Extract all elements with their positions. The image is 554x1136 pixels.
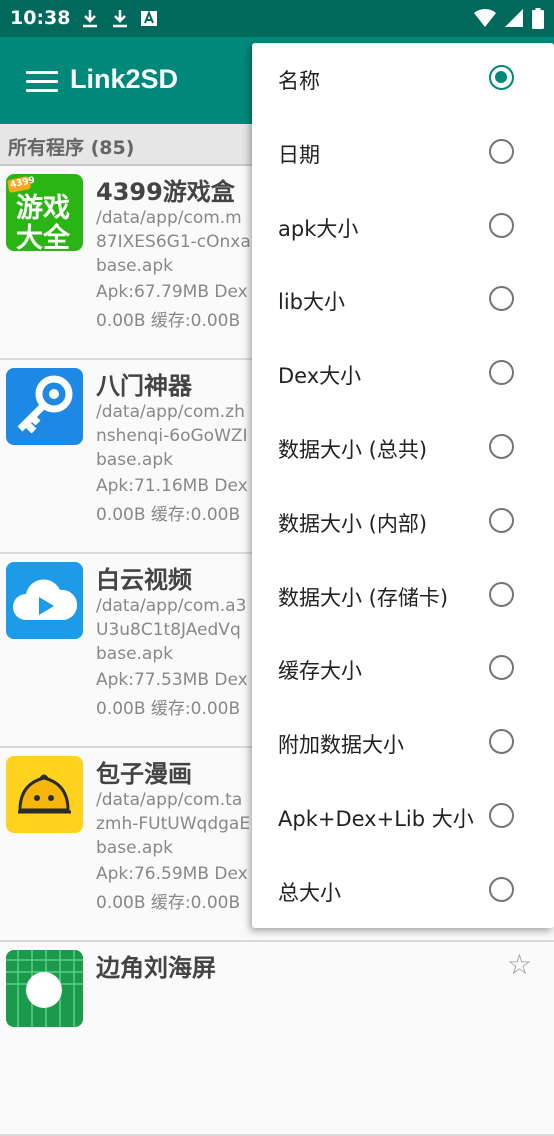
app-name: 4399游戏盒 bbox=[96, 178, 235, 206]
keyboard-a-icon bbox=[141, 10, 157, 26]
hamburger-menu-icon[interactable] bbox=[26, 71, 58, 93]
key-wrench-app-icon bbox=[6, 368, 83, 445]
favorite-star-icon[interactable]: ☆ bbox=[507, 948, 532, 981]
sort-option-label: 名称 bbox=[278, 69, 320, 93]
sort-option-radio-icon[interactable] bbox=[489, 434, 514, 459]
sort-option-label: 日期 bbox=[278, 142, 320, 167]
app-sizes: Apk:76.59MB Dex bbox=[96, 864, 248, 884]
sort-option-label: 附加数据大小 bbox=[278, 733, 404, 758]
app-count-label: 所有程序 (85) bbox=[8, 137, 135, 159]
app-name: 白云视频 bbox=[96, 566, 192, 594]
sort-option-label: 数据大小 (内部) bbox=[278, 511, 428, 536]
sort-option-label: 缓存大小 bbox=[278, 659, 362, 684]
app-cache: 0.00B 缓存:0.00B bbox=[96, 893, 241, 913]
sort-option-label: Dex大小 bbox=[278, 364, 362, 389]
app-title: Link2SD bbox=[70, 64, 179, 94]
sort-option[interactable]: 数据大小 (存储卡) bbox=[252, 560, 554, 634]
sort-option[interactable]: Dex大小 bbox=[252, 338, 554, 412]
app-path: /data/app/com.a3 bbox=[96, 596, 247, 616]
app-path: 87IXES6G1-cOnxa bbox=[96, 232, 251, 252]
sort-option-radio-icon[interactable] bbox=[489, 655, 514, 681]
sort-option-label: 总大小 bbox=[278, 880, 341, 905]
sort-option-radio-icon[interactable] bbox=[489, 212, 514, 238]
app-path: base.apk bbox=[96, 256, 173, 276]
sort-option-label: lib大小 bbox=[278, 290, 345, 315]
download-icon bbox=[113, 10, 127, 28]
sort-option-label: 数据大小 (总共) bbox=[278, 438, 428, 462]
key-icon bbox=[17, 375, 73, 434]
app-path: /data/app/com.m bbox=[96, 208, 242, 228]
app-sizes: Apk:71.16MB Dex bbox=[96, 476, 248, 496]
status-time: 10:38 bbox=[10, 7, 71, 29]
signal-icon bbox=[505, 9, 523, 27]
app-cache: 0.00B 缓存:0.00B bbox=[96, 699, 241, 719]
sort-option[interactable]: 名称 bbox=[252, 43, 554, 117]
bun-app-icon bbox=[6, 756, 83, 833]
status-bar: 10:38 bbox=[0, 0, 554, 37]
app-list-item[interactable]: 边角刘海屏 ☆ bbox=[0, 942, 554, 1136]
sort-option[interactable]: 缓存大小 bbox=[252, 633, 554, 707]
app-path: nshenqi-6oGoWZI bbox=[96, 426, 248, 446]
app-path: base.apk bbox=[96, 450, 173, 470]
sort-option-radio-icon[interactable] bbox=[489, 507, 514, 533]
sort-option[interactable]: apk大小 bbox=[252, 191, 554, 265]
download-icon bbox=[83, 10, 97, 28]
sort-option-label: apk大小 bbox=[278, 216, 359, 241]
app-path: /data/app/com.zh bbox=[96, 402, 245, 422]
sort-option-radio-icon[interactable] bbox=[489, 729, 514, 755]
app-sizes: Apk:67.79MB Dex bbox=[96, 282, 248, 302]
notification-icons bbox=[80, 8, 158, 28]
sort-options-menu: 名称日期 apk大小 lib大小 Dex大小数据大小 (总共) 数据大小 (内部) 数据大… bbox=[252, 43, 554, 928]
app-icon-4399: 4399 游戏 大全 bbox=[6, 174, 83, 251]
app-name: 包子漫画 bbox=[96, 760, 192, 788]
sort-option-radio-icon[interactable] bbox=[489, 65, 514, 90]
sort-option[interactable]: 总大小 bbox=[252, 855, 554, 929]
sort-option-radio-icon[interactable] bbox=[489, 876, 514, 902]
app-path: base.apk bbox=[96, 644, 173, 664]
sort-option-radio-icon[interactable] bbox=[489, 286, 514, 312]
sort-option[interactable]: 数据大小 (内部) bbox=[252, 486, 554, 560]
app-sizes: Apk:77.53MB Dex bbox=[96, 670, 248, 690]
bun-icon bbox=[18, 774, 71, 814]
sort-option[interactable]: 附加数据大小 bbox=[252, 707, 554, 781]
system-icons bbox=[474, 8, 544, 29]
wifi-icon bbox=[474, 8, 496, 27]
sort-option-radio-icon[interactable] bbox=[489, 581, 514, 607]
app-path: /data/app/com.ta bbox=[96, 790, 243, 810]
battery-icon bbox=[532, 8, 544, 29]
app-name: 八门神器 bbox=[96, 372, 192, 400]
app-path: base.apk bbox=[96, 838, 173, 858]
sort-option-radio-icon[interactable] bbox=[489, 138, 514, 164]
sort-option[interactable]: 日期 bbox=[252, 117, 554, 191]
sort-option-label: 数据大小 (存储卡) bbox=[278, 585, 449, 610]
grid-android-icon bbox=[6, 950, 83, 1027]
sort-option-radio-icon[interactable] bbox=[489, 360, 514, 386]
app-name: 边角刘海屏 bbox=[96, 954, 216, 982]
app-path: zmh-FUtUWqdgaE bbox=[96, 814, 251, 834]
cloud-play-app-icon bbox=[6, 562, 83, 639]
sort-option[interactable]: 数据大小 (总共) bbox=[252, 412, 554, 486]
sort-option[interactable]: Apk+Dex+Lib 大小 bbox=[252, 781, 554, 855]
app-path: U3u8C1t8JAedVq bbox=[96, 620, 241, 640]
app-cache: 0.00B 缓存:0.00B bbox=[96, 311, 241, 331]
cloud-play-icon bbox=[13, 579, 78, 620]
sort-option-label: Apk+Dex+Lib 大小 bbox=[278, 807, 474, 831]
app-cache: 0.00B 缓存:0.00B bbox=[96, 505, 241, 525]
grid-app-icon bbox=[6, 950, 83, 1027]
sort-option-radio-icon[interactable] bbox=[489, 803, 514, 828]
sort-option[interactable]: lib大小 bbox=[252, 264, 554, 338]
